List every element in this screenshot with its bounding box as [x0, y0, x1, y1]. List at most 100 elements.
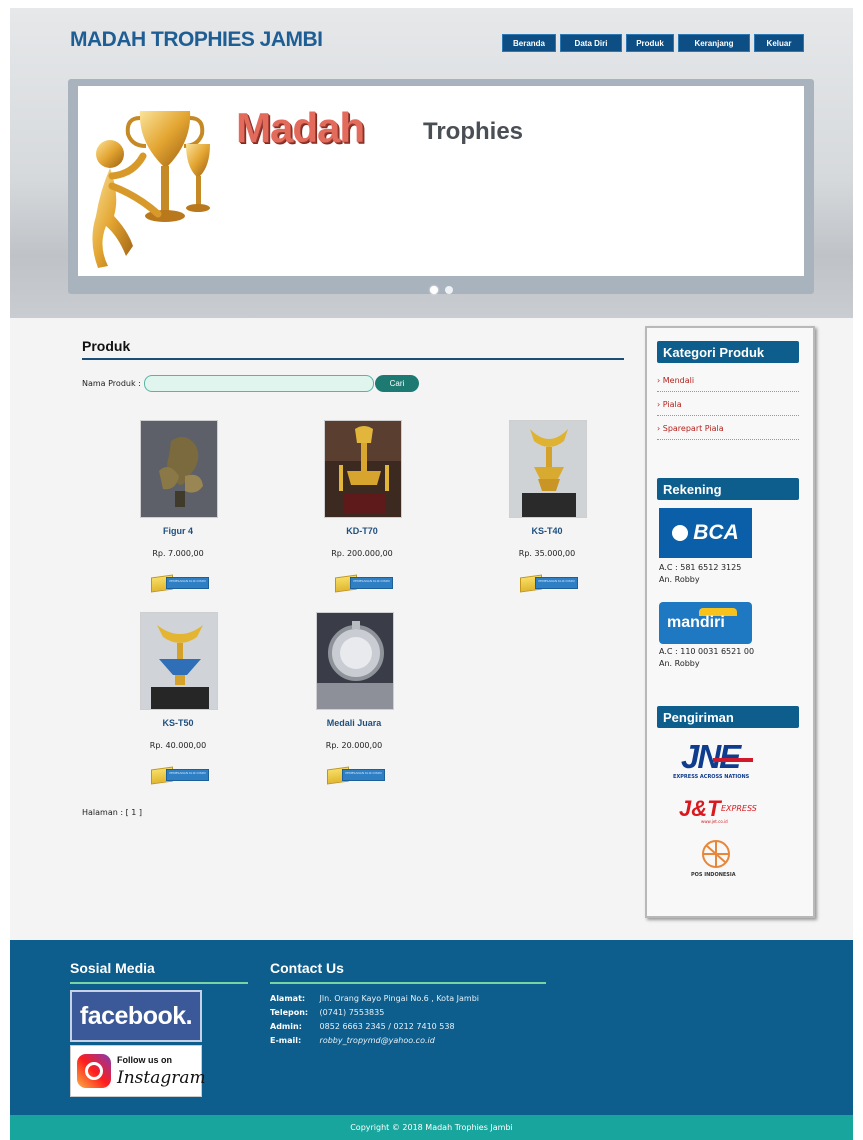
social-divider [70, 982, 248, 984]
bca-account-number: A.C : 581 6512 3125 [659, 563, 742, 572]
pos-indonesia-logo: POS INDONESIA [681, 838, 751, 883]
category-item-mendali[interactable]: › Mendali [657, 370, 799, 392]
contact-divider [270, 982, 546, 984]
product-card: KS-T50 Rp. 40.000,00 PEMESANAN KLIK DISI… [113, 612, 243, 792]
product-price: Rp. 200.000,00 [331, 549, 393, 558]
pagination[interactable]: Halaman : [ 1 ] [82, 808, 142, 817]
product-price: Rp. 7.000,00 [152, 549, 204, 558]
order-button[interactable]: PEMESANAN KLIK DISINI [520, 574, 578, 593]
order-button[interactable]: PEMESANAN KLIK DISINI [151, 574, 209, 593]
nav-keranjang[interactable]: Keranjang [678, 34, 750, 52]
product-name[interactable]: KD-T70 [297, 526, 427, 536]
mandiri-account-number: A.C : 110 0031 6521 00 [659, 647, 755, 656]
instagram-wordmark: Instagram [117, 1068, 206, 1088]
search-input[interactable] [144, 375, 374, 392]
slider-dots [430, 279, 455, 298]
product-price: Rp. 20.000,00 [325, 741, 383, 750]
instagram-link[interactable]: Follow us on Instagram [70, 1045, 206, 1097]
contact-label: Telepon: [270, 1008, 309, 1017]
category-item-piala[interactable]: › Piala [657, 394, 799, 416]
banner-slide: Madah Trophies [78, 86, 804, 276]
contact-value: (0741) 7553835 [319, 1008, 385, 1017]
jne-logo-text: JNE [681, 738, 741, 775]
jnt-website: www.jet.co.id [701, 819, 728, 824]
product-name[interactable]: KS-T50 [113, 718, 243, 728]
order-button-label: PEMESANAN KLIK DISINI [350, 577, 393, 589]
pos-indonesia-emblem-icon [702, 840, 730, 868]
site-title[interactable]: MADAH TROPHIES JAMBI [70, 28, 323, 52]
jnt-logo: J&T EXPRESS www.jet.co.id [671, 796, 761, 828]
shipping-heading: Pengiriman [657, 706, 799, 728]
contact-label: Alamat: [270, 994, 306, 1003]
bca-emblem-icon [672, 525, 689, 541]
nav-keluar[interactable]: Keluar [754, 34, 804, 52]
product-image[interactable] [316, 612, 394, 710]
nav-data-diri[interactable]: Data Diri [560, 34, 622, 52]
instagram-follow-text: Follow us on [117, 1055, 172, 1065]
search-button[interactable]: Cari [375, 375, 419, 392]
mandiri-logo: mandiri [659, 602, 752, 644]
order-button[interactable]: PEMESANAN KLIK DISINI [327, 766, 385, 785]
slider-dot-1[interactable] [430, 286, 438, 294]
contact-email: E-mail: robby_tropymd@yahoo.co.id [270, 1036, 435, 1045]
nav-produk[interactable]: Produk [626, 34, 674, 52]
product-card: Medali Juara Rp. 20.000,00 PEMESANAN KLI… [289, 612, 419, 792]
bca-logo-text: BCA [693, 521, 739, 544]
rekening-heading: Rekening [657, 478, 799, 500]
contact-address: Alamat: Jln. Orang Kayo Pingai No.6 , Ko… [270, 994, 479, 1003]
trophy-figure-icon [92, 111, 210, 268]
title-divider [82, 358, 624, 360]
order-button-label: PEMESANAN KLIK DISINI [166, 769, 209, 781]
product-price: Rp. 40.000,00 [149, 741, 207, 750]
contact-value: Jln. Orang Kayo Pingai No.6 , Kota Jambi [319, 994, 480, 1003]
contact-label: E-mail: [270, 1036, 302, 1045]
banner-brand-madah: Madah [236, 104, 365, 151]
contact-heading: Contact Us [270, 960, 344, 976]
mandiri-logo-text: mandiri [667, 614, 725, 631]
product-card: KS-T40 Rp. 35.000,00 PEMESANAN KLIK DISI… [482, 420, 612, 600]
mandiri-account: A.C : 110 0031 6521 00 An. Robby [659, 646, 754, 670]
facebook-logo-text: facebook. [79, 1001, 193, 1030]
instagram-icon [77, 1054, 111, 1088]
product-image[interactable] [509, 420, 587, 518]
order-button-label: PEMESANAN KLIK DISINI [166, 577, 209, 589]
mandiri-account-owner: An. Robby [659, 659, 700, 668]
product-name[interactable]: Figur 4 [113, 526, 243, 536]
bca-account-owner: An. Robby [659, 575, 700, 584]
product-image[interactable] [140, 420, 218, 518]
banner-brand-trophies: Trophies [423, 118, 524, 145]
product-card: KD-T70 Rp. 200.000,00 PEMESANAN KLIK DIS… [297, 420, 427, 600]
product-name[interactable]: Medali Juara [289, 718, 419, 728]
contact-phone: Telepon: (0741) 7553835 [270, 1008, 384, 1017]
footer: Sosial Media facebook. Follow us on Inst… [10, 940, 853, 1115]
contact-label: Admin: [270, 1022, 302, 1031]
product-image[interactable] [140, 612, 218, 710]
product-card: Figur 4 Rp. 7.000,00 PEMESANAN KLIK DISI… [113, 420, 243, 600]
category-item-sparepart-piala[interactable]: › Sparepart Piala [657, 418, 799, 440]
sidebar: Kategori Produk › Mendali › Piala › Spar… [645, 326, 815, 918]
nav-beranda[interactable]: Beranda [502, 34, 556, 52]
contact-value: 0852 6663 2345 / 0212 7410 538 [319, 1022, 455, 1031]
slider-dot-2[interactable] [445, 286, 454, 294]
header: MADAH TROPHIES JAMBI Beranda Data Diri P… [10, 8, 853, 318]
pos-indonesia-text: POS INDONESIA [691, 872, 736, 878]
contact-admin: Admin: 0852 6663 2345 / 0212 7410 538 [270, 1022, 455, 1031]
product-image[interactable] [324, 420, 402, 518]
main-content: Produk Nama Produk : Cari Figur 4 Rp. 7.… [82, 338, 627, 938]
jne-tagline: EXPRESS ACROSS NATIONS [673, 774, 750, 780]
bca-logo: BCA [659, 508, 752, 558]
facebook-link[interactable]: facebook. [70, 990, 202, 1042]
product-name[interactable]: KS-T40 [482, 526, 612, 536]
search-label: Nama Produk : [82, 379, 141, 388]
page: MADAH TROPHIES JAMBI Beranda Data Diri P… [10, 8, 853, 1140]
order-button[interactable]: PEMESANAN KLIK DISINI [151, 766, 209, 785]
copyright-bar: Copyright © 2018 Madah Trophies Jambi [10, 1115, 853, 1140]
order-button-label: PEMESANAN KLIK DISINI [342, 769, 385, 781]
bca-account: A.C : 581 6512 3125 An. Robby [659, 562, 741, 586]
order-button-label: PEMESANAN KLIK DISINI [535, 577, 578, 589]
page-title: Produk [82, 338, 131, 354]
jne-logo: JNE EXPRESS ACROSS NATIONS [671, 738, 761, 784]
contact-email-link[interactable]: robby_tropymd@yahoo.co.id [320, 1036, 435, 1045]
order-button[interactable]: PEMESANAN KLIK DISINI [335, 574, 393, 593]
category-heading: Kategori Produk [657, 341, 799, 363]
